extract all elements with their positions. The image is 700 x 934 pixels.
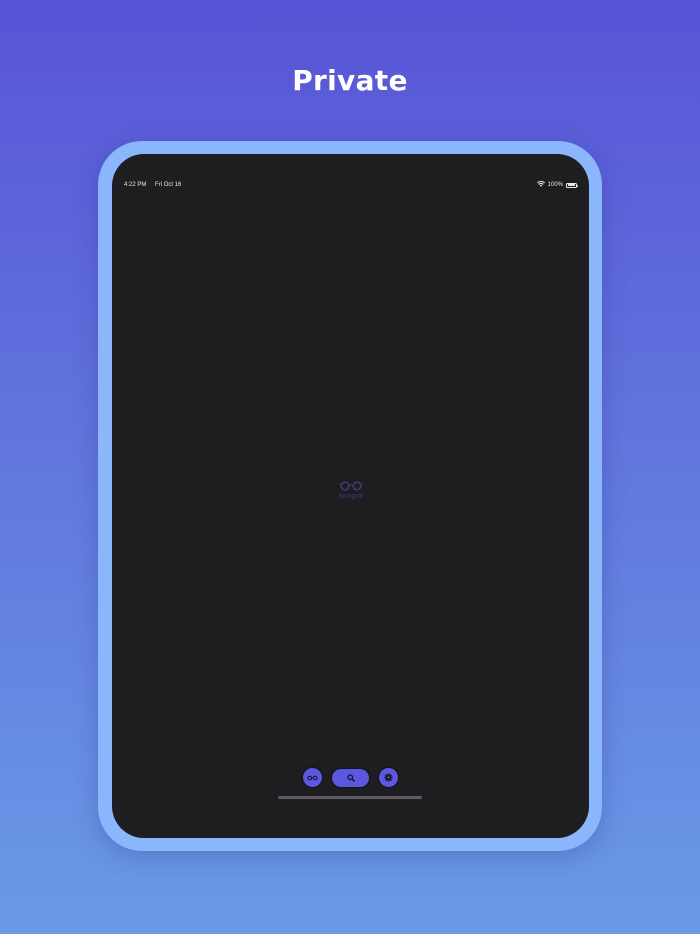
glasses-icon bbox=[112, 480, 589, 492]
wifi-icon bbox=[536, 180, 545, 189]
incognito-button[interactable] bbox=[303, 768, 322, 787]
status-right: 100% bbox=[536, 180, 579, 189]
status-time: 4:22 PM bbox=[124, 182, 147, 188]
status-bar: 4:22 PM Fri Oct 16 100% bbox=[124, 180, 579, 190]
glasses-icon bbox=[307, 775, 318, 781]
battery-percent: 100% bbox=[547, 182, 563, 188]
battery-fill bbox=[567, 184, 576, 186]
empty-state-label: Incognit bbox=[338, 493, 363, 500]
status-date: Fri Oct 16 bbox=[155, 182, 182, 188]
bottom-toolbar bbox=[112, 768, 589, 787]
app-screen: 4:22 PM Fri Oct 16 100% Incognit bbox=[112, 154, 589, 838]
gear-icon bbox=[384, 773, 393, 782]
status-left: 4:22 PM Fri Oct 16 bbox=[124, 182, 188, 188]
home-indicator[interactable] bbox=[278, 796, 422, 799]
search-icon bbox=[346, 773, 355, 782]
headline: Private bbox=[292, 64, 408, 97]
settings-button[interactable] bbox=[379, 768, 398, 787]
battery-icon bbox=[566, 182, 579, 188]
empty-state: Incognit bbox=[112, 480, 589, 500]
device-frame: 4:22 PM Fri Oct 16 100% Incognit bbox=[98, 141, 602, 851]
search-button[interactable] bbox=[332, 768, 369, 787]
